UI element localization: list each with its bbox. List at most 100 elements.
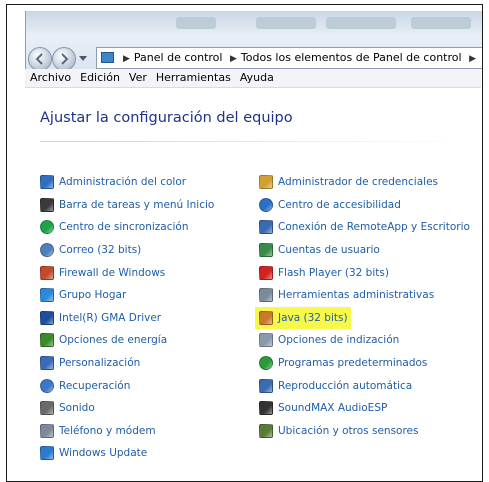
control-panel-item-label: Recuperación <box>59 379 131 392</box>
control-panel-item-label: Teléfono y módem <box>59 424 156 437</box>
control-panel-item-label: Administración del color <box>59 176 187 189</box>
items-column-left: Administración del color Barra de tareas … <box>40 171 214 465</box>
control-panel-item-label: Flash Player (32 bits) <box>278 266 389 279</box>
control-panel-item[interactable]: Flash Player (32 bits) <box>259 261 470 284</box>
chevron-right-icon[interactable]: ▶ <box>123 54 130 64</box>
control-panel-item-label: Correo (32 bits) <box>59 244 142 257</box>
intel-driver-icon <box>40 310 54 325</box>
page-title: Ajustar la configuración del equipo <box>40 110 293 126</box>
control-panel-item[interactable]: Windows Update <box>40 442 214 465</box>
control-panel-item[interactable]: Centro de accesibilidad <box>259 194 470 217</box>
recovery-icon <box>40 378 54 393</box>
control-panel-item[interactable]: Administración del color <box>40 171 214 194</box>
user-accounts-icon <box>259 243 273 258</box>
control-panel-item[interactable]: Opciones de indización <box>259 329 470 352</box>
title-bar: ▶ Panel de control ▶ Todos los elementos d… <box>25 11 482 71</box>
blurred-title-fragment <box>176 17 216 29</box>
control-panel-item[interactable]: Ubicación y otros sensores <box>259 420 470 443</box>
sync-center-icon <box>40 220 54 235</box>
control-panel-item[interactable]: Intel(R) GMA Driver <box>40 307 214 330</box>
control-panel-item[interactable]: Opciones de energía <box>40 329 214 352</box>
personalization-icon <box>40 356 54 371</box>
blurred-title-fragment <box>256 17 316 29</box>
control-panel-item-label: Centro de accesibilidad <box>278 198 401 211</box>
control-panel-item-label: Sonido <box>59 402 95 415</box>
control-panel-item-label: Barra de tareas y menú Inicio <box>59 198 215 211</box>
windows-update-icon <box>40 446 54 461</box>
phone-modem-icon <box>40 423 54 438</box>
autoplay-icon <box>259 378 273 393</box>
java-icon <box>259 310 273 325</box>
menu-bar: Archivo Edición Ver Herramientas Ayuda <box>25 69 481 88</box>
control-panel-item[interactable]: Conexión de RemoteApp y Escritorio <box>259 216 470 239</box>
back-arrow-icon <box>35 53 43 65</box>
control-panel-item[interactable]: Grupo Hogar <box>40 284 214 307</box>
control-panel-item-label: Opciones de indización <box>278 334 400 347</box>
firewall-icon <box>40 265 54 280</box>
window-frame: ▶ Panel de control ▶ Todos los elementos d… <box>6 4 483 482</box>
menu-herramientas[interactable]: Herramientas <box>156 69 231 87</box>
remoteapp-icon <box>259 220 273 235</box>
recent-pages-dropdown-icon[interactable] <box>79 56 87 61</box>
breadcrumb: ▶ Panel de control ▶ Todos los elementos d… <box>119 48 480 69</box>
menu-ver[interactable]: Ver <box>129 69 147 87</box>
chevron-right-icon[interactable]: ▶ <box>230 54 237 64</box>
breadcrumb-control-panel[interactable]: Panel de control <box>134 51 223 64</box>
title-divider <box>40 141 470 142</box>
control-panel-content: Ajustar la configuración del equipo Admi… <box>25 88 481 481</box>
forward-button[interactable] <box>52 47 76 71</box>
control-panel-item-label: Herramientas administrativas <box>278 289 435 302</box>
control-panel-item[interactable]: Correo (32 bits) <box>40 239 214 262</box>
control-panel-item-label: Personalización <box>59 357 141 370</box>
control-panel-item[interactable]: Sonido <box>40 397 214 420</box>
control-panel-item[interactable]: Recuperación <box>40 374 214 397</box>
breadcrumb-all-items[interactable]: Todos los elementos de Panel de control <box>241 51 462 64</box>
address-bar[interactable]: ▶ Panel de control ▶ Todos los elementos d… <box>96 47 482 69</box>
default-programs-icon <box>259 356 273 371</box>
control-panel-item-label: Java (32 bits) <box>278 311 348 324</box>
forward-arrow-icon <box>61 53 69 65</box>
control-panel-item-label: Windows Update <box>59 447 148 460</box>
homegroup-icon <box>40 288 54 303</box>
chevron-right-icon[interactable]: ▶ <box>469 54 476 64</box>
control-panel-item-label: Intel(R) GMA Driver <box>59 311 162 324</box>
flash-player-icon <box>259 265 273 280</box>
control-panel-item[interactable]: Java (32 bits) <box>255 306 351 330</box>
control-panel-item[interactable]: Programas predeterminados <box>259 352 470 375</box>
control-panel-item[interactable]: Centro de sincronización <box>40 216 214 239</box>
control-panel-item[interactable]: Administrador de credenciales <box>259 171 470 194</box>
control-panel-item-label: SoundMAX AudioESP <box>278 402 388 415</box>
control-panel-item-label: Grupo Hogar <box>59 289 127 302</box>
control-panel-item[interactable]: Herramientas administrativas <box>259 284 470 307</box>
control-panel-item-label: Conexión de RemoteApp y Escritorio <box>278 221 470 234</box>
control-panel-item-label: Reproducción automática <box>278 379 413 392</box>
color-management-icon <box>40 175 54 190</box>
control-panel-item[interactable]: SoundMAX AudioESP <box>259 397 470 420</box>
control-panel-item[interactable]: Reproducción automática <box>259 374 470 397</box>
soundmax-icon <box>259 401 273 416</box>
blurred-title-fragment <box>326 17 396 29</box>
back-button[interactable] <box>28 47 52 71</box>
mail-icon <box>40 243 54 258</box>
location-sensors-icon <box>259 423 273 438</box>
control-panel-item[interactable]: Teléfono y módem <box>40 420 214 443</box>
control-panel-item-label: Cuentas de usuario <box>278 244 380 257</box>
control-panel-item-label: Opciones de energía <box>59 334 168 347</box>
items-column-right: Administrador de credenciales Centro de a… <box>255 171 470 443</box>
menu-archivo[interactable]: Archivo <box>30 69 71 87</box>
accessibility-icon <box>259 197 273 212</box>
menu-ayuda[interactable]: Ayuda <box>240 69 274 87</box>
blurred-title-fragment <box>411 17 471 29</box>
menu-edicion[interactable]: Edición <box>80 69 120 87</box>
control-panel-icon <box>101 52 114 63</box>
control-panel-item[interactable]: Firewall de Windows <box>40 261 214 284</box>
admin-tools-icon <box>259 288 273 303</box>
control-panel-item-label: Firewall de Windows <box>59 266 166 279</box>
power-options-icon <box>40 333 54 348</box>
control-panel-item[interactable]: Barra de tareas y menú Inicio <box>40 194 214 217</box>
control-panel-item-label: Centro de sincronización <box>59 221 189 234</box>
control-panel-item[interactable]: Cuentas de usuario <box>259 239 470 262</box>
control-panel-item[interactable]: Personalización <box>40 352 214 375</box>
control-panel-item-label: Administrador de credenciales <box>278 176 438 189</box>
control-panel-item-label: Programas predeterminados <box>278 357 428 370</box>
